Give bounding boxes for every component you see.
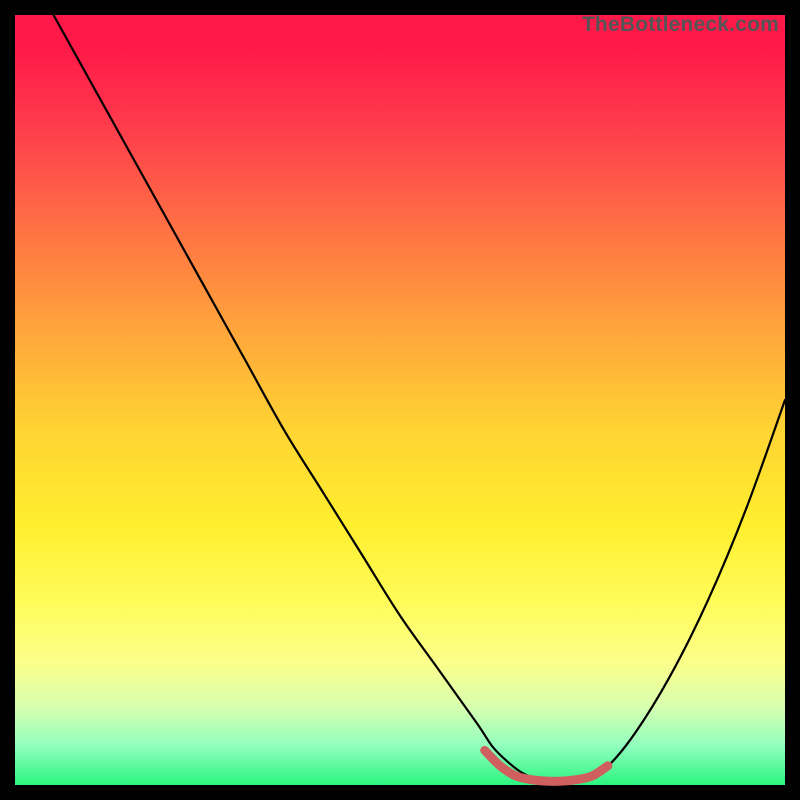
chart-svg [15, 15, 785, 785]
chart-frame: TheBottleneck.com [15, 15, 785, 785]
optimal-range-marker [485, 750, 608, 781]
bottleneck-curve [54, 15, 786, 781]
watermark-text: TheBottleneck.com [582, 13, 779, 37]
